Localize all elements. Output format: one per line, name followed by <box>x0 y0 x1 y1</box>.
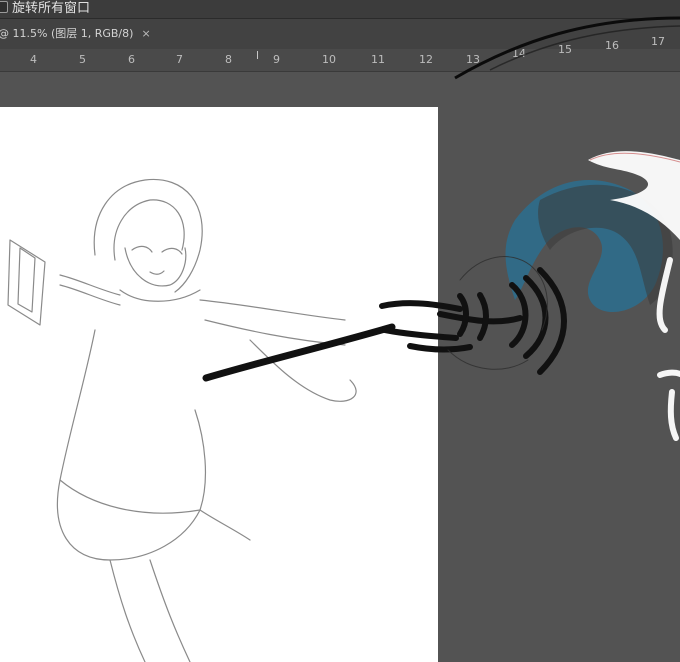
ruler-label: 14 <box>512 47 526 60</box>
ruler-label: 6 <box>128 53 135 66</box>
rotate-all-windows-option[interactable]: 旋转所有窗口 <box>0 0 90 16</box>
ruler-label: 15 <box>558 43 572 56</box>
canvas-hit-area[interactable] <box>0 107 438 662</box>
document-tab[interactable]: @ 11.5% (图层 1, RGB/8) × <box>0 25 151 41</box>
document-tab-bar: @ 11.5% (图层 1, RGB/8) × <box>0 19 680 49</box>
ruler-label: 5 <box>79 53 86 66</box>
checkbox-icon[interactable] <box>0 0 8 13</box>
options-bar: 旋转所有窗口 <box>0 0 680 19</box>
rotate-all-windows-label: 旋转所有窗口 <box>12 1 91 16</box>
ruler-label: 11 <box>371 53 385 66</box>
ruler-cursor-marker <box>257 51 258 59</box>
ruler-label: 16 <box>605 39 619 52</box>
ruler-label: 12 <box>419 53 433 66</box>
ruler-label: 8 <box>225 53 232 66</box>
ruler-label: 10 <box>322 53 336 66</box>
horizontal-ruler: 4 5 6 7 8 9 10 11 12 13 14 15 16 17 <box>0 35 680 72</box>
document-tab-title: @ 11.5% (图层 1, RGB/8) <box>0 27 134 40</box>
close-icon[interactable]: × <box>141 27 150 40</box>
ruler-label: 7 <box>176 53 183 66</box>
ruler-label: 9 <box>273 53 280 66</box>
ruler-label: 17 <box>651 35 665 48</box>
ruler-label: 13 <box>466 53 480 66</box>
ruler-label: 4 <box>30 53 37 66</box>
